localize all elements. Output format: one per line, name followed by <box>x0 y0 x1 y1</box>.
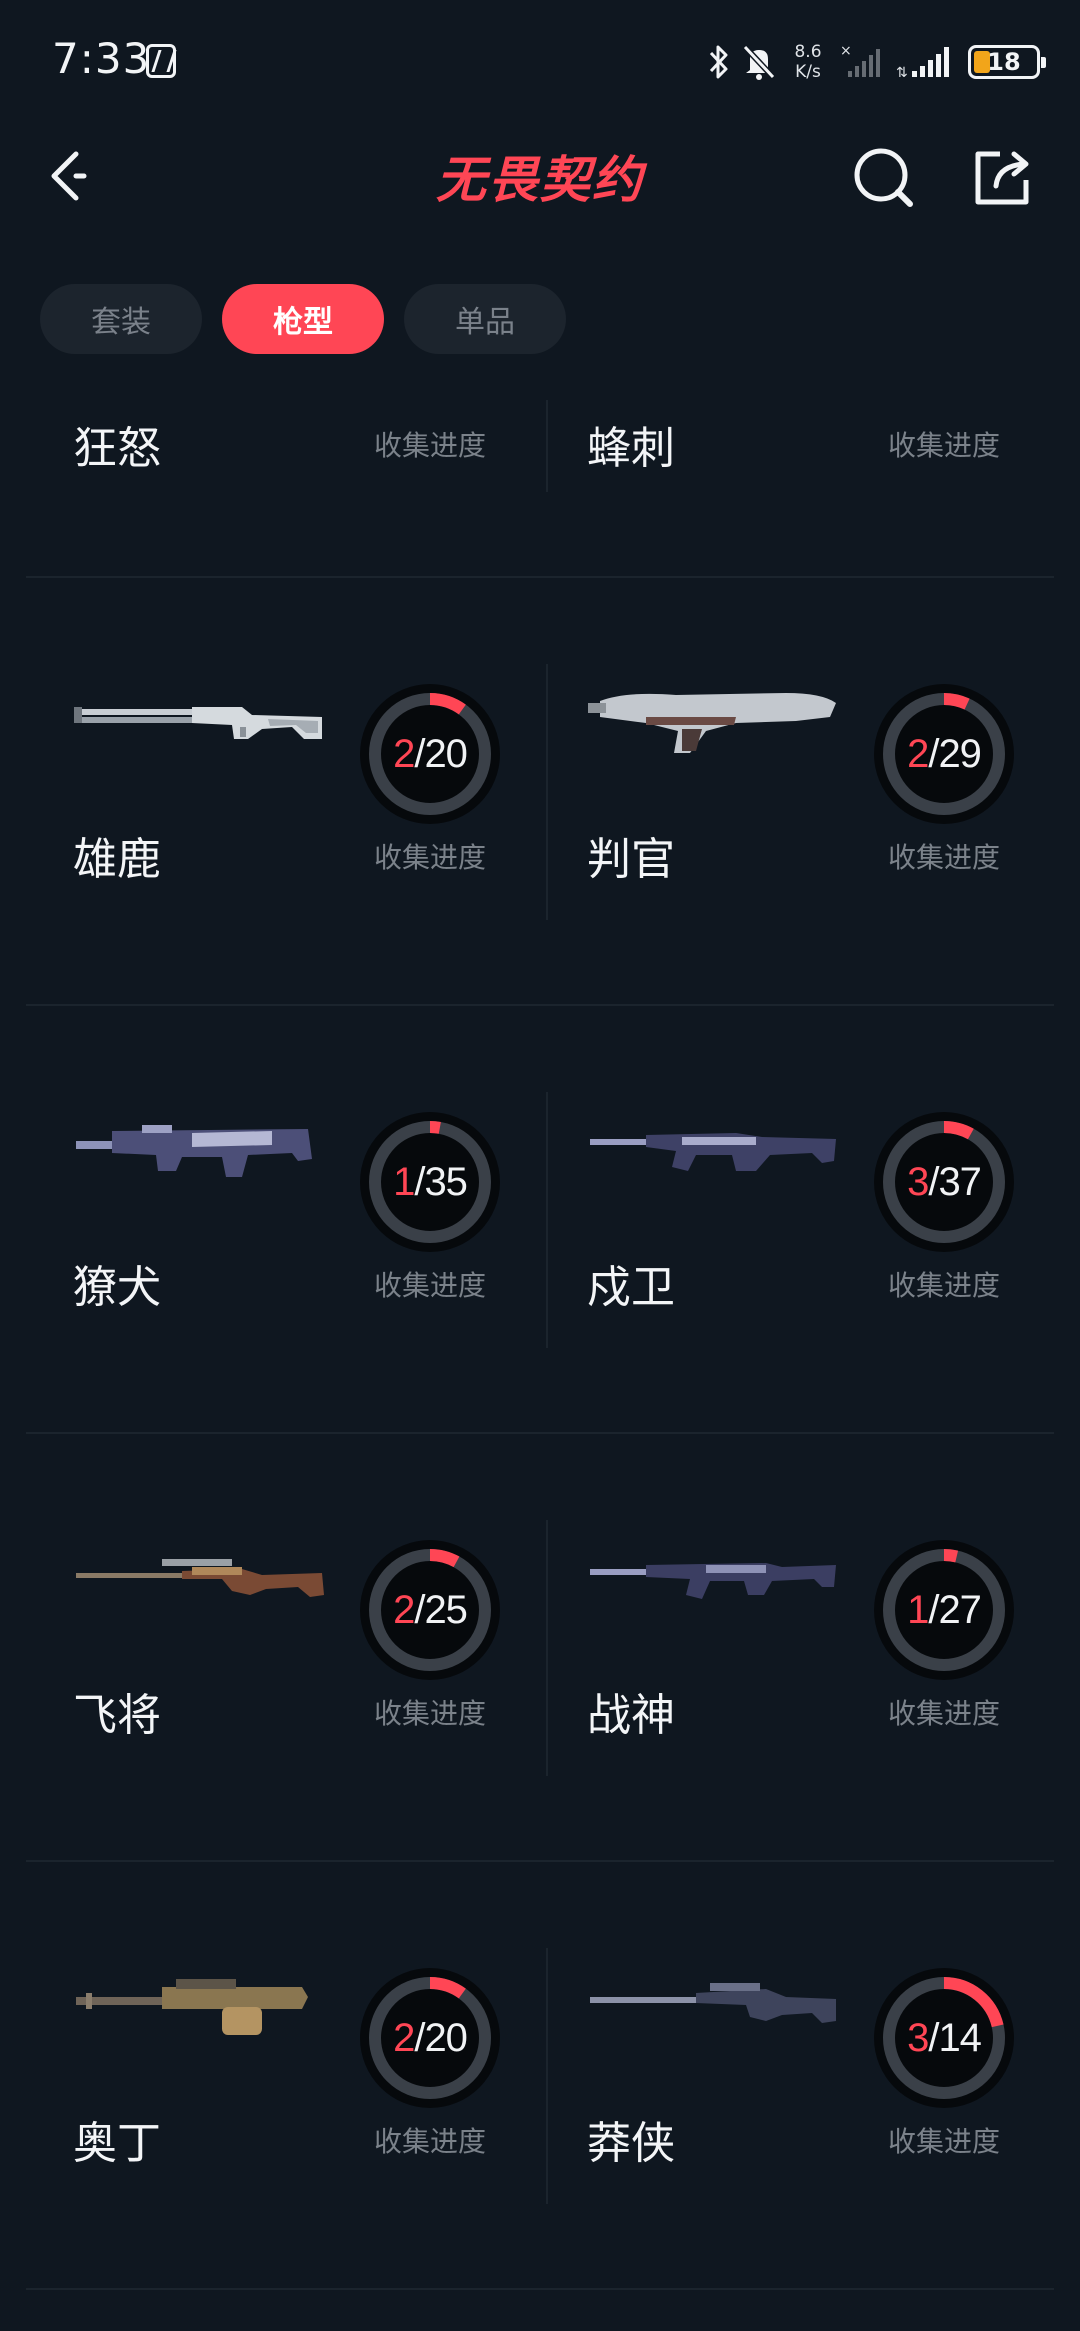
collection-progress-label: 收集进度 <box>888 429 1001 462</box>
collection-progress-label: 收集进度 <box>888 1269 1001 1302</box>
gun-name: 莽侠 <box>587 2118 675 2169</box>
network-speed-unit: K/s <box>795 62 821 82</box>
signal-sim2-icon: ⇅ <box>896 47 949 81</box>
owned-count: 2 <box>393 2015 415 2060</box>
shotgun-image <box>74 707 322 739</box>
network-speed: 8.6 K/s <box>788 42 828 82</box>
outlaw-sniper-image <box>590 1983 836 2023</box>
collection-progress-label: 收集进度 <box>374 1269 487 1302</box>
collection-count: 3/37 <box>907 1159 982 1204</box>
tab-outfit[interactable]: 套装 <box>40 284 202 354</box>
gun-name: 戍卫 <box>587 1262 675 1313</box>
collection-count: 2/25 <box>393 1587 468 1632</box>
gun-card-zhanshen[interactable]: 1/27 战神 收集进度 <box>540 1434 1054 1860</box>
collection-progress-label: 收集进度 <box>374 2125 487 2158</box>
gun-name: 狂怒 <box>73 423 161 474</box>
tab-gun-type[interactable]: 枪型 <box>222 284 384 354</box>
vandal-rifle-image <box>590 1563 836 1599</box>
total-count: 20 <box>424 731 467 776</box>
guardian-rifle-image <box>590 1133 836 1171</box>
total-count: 37 <box>938 1159 981 1204</box>
gun-card-kuangnu[interactable]: 狂怒 收集进度 <box>26 380 540 576</box>
gun-name: 蜂刺 <box>587 423 675 474</box>
battery-indicator: 18 <box>968 45 1046 79</box>
total-count: 27 <box>938 1587 981 1632</box>
owned-count: 1 <box>393 1159 415 1204</box>
svg-text:⇅: ⇅ <box>896 65 908 81</box>
battery-percent: 18 <box>987 48 1021 76</box>
collection-progress-label: 收集进度 <box>888 2125 1001 2158</box>
judge-shotgun-image <box>588 693 836 753</box>
collection-progress-label: 收集进度 <box>374 841 487 874</box>
owned-count: 2 <box>393 731 415 776</box>
collection-count: 2/29 <box>907 731 982 776</box>
status-time: 7:33 <box>52 34 151 83</box>
grid-row: 1/35 獠犬 收集进度 3/37 戍卫 收集进度 <box>26 1006 1054 1434</box>
share-icon[interactable] <box>968 142 1038 212</box>
tab-single-item[interactable]: 单品 <box>404 284 566 354</box>
search-icon[interactable] <box>850 142 920 212</box>
grid-row: 2/25 飞将 收集进度 1/27 战神 收集进度 <box>26 1434 1054 1862</box>
collection-count: 2/20 <box>393 2015 468 2060</box>
gun-card-liaoquan[interactable]: 1/35 獠犬 收集进度 <box>26 1006 540 1432</box>
collection-count: 1/27 <box>907 1587 982 1632</box>
gun-card-panguan[interactable]: 2/29 判官 收集进度 <box>540 578 1054 1004</box>
status-bar: 7:33 8.6 K/s × ⇅ 18 <box>0 0 1080 120</box>
grid-row: 狂怒 收集进度 蜂刺 收集进度 <box>26 380 1054 578</box>
network-speed-value: 8.6 <box>794 42 822 62</box>
bluetooth-icon <box>709 45 728 79</box>
gun-type-grid: 狂怒 收集进度 蜂刺 收集进度 2/20 雄鹿 收集进度 2 / 29 判官 收… <box>26 380 1054 2290</box>
total-count: 35 <box>424 1159 467 1204</box>
gun-name: 奥丁 <box>73 2118 161 2169</box>
nfc-icon <box>146 44 176 78</box>
owned-count: 3 <box>907 2015 929 2060</box>
marshal-sniper-image <box>76 1559 324 1597</box>
gun-name: 判官 <box>587 834 675 885</box>
owned-count: 1 <box>907 1587 929 1632</box>
collection-progress-label: 收集进度 <box>888 1697 1001 1730</box>
grid-row: 2/20 雄鹿 收集进度 2/29 判官 收集进度 <box>26 578 1054 1006</box>
gun-card-shuwei[interactable]: 3/37 戍卫 收集进度 <box>540 1006 1054 1432</box>
category-tabs: 套装 枪型 单品 <box>40 284 566 354</box>
bulldog-rifle-image <box>76 1125 312 1177</box>
total-count: 20 <box>424 2015 467 2060</box>
gun-card-feijiang[interactable]: 2/25 飞将 收集进度 <box>26 1434 540 1860</box>
gun-name: 飞将 <box>73 1690 161 1741</box>
gun-name: 雄鹿 <box>73 834 161 885</box>
total-count: 14 <box>938 2015 981 2060</box>
owned-count: 2 <box>907 731 929 776</box>
mute-bell-icon <box>742 44 776 80</box>
collection-count: 1/35 <box>393 1159 468 1204</box>
status-icons: 8.6 K/s × ⇅ 18 <box>708 38 1046 86</box>
gun-name: 战神 <box>587 1690 675 1741</box>
total-count: 25 <box>424 1587 467 1632</box>
app-header: 无畏契约 <box>0 120 1080 230</box>
collection-count: 2/20 <box>393 731 468 776</box>
total-count: 29 <box>938 731 981 776</box>
collection-count: 3/14 <box>907 2015 982 2060</box>
gun-card-mangxia[interactable]: 3/14 莽侠 收集进度 <box>540 1862 1054 2288</box>
owned-count: 2 <box>393 1587 415 1632</box>
gun-card-fengci[interactable]: 蜂刺 收集进度 <box>540 380 1054 576</box>
gun-card-xionglu[interactable]: 2/20 雄鹿 收集进度 <box>26 578 540 1004</box>
collection-progress-label: 收集进度 <box>374 429 487 462</box>
grid-row: 2/20 奥丁 收集进度 3/14 莽侠 收集进度 <box>26 1862 1054 2290</box>
svg-text:×: × <box>840 43 852 59</box>
collection-progress-label: 收集进度 <box>888 841 1001 874</box>
collection-progress-label: 收集进度 <box>374 1697 487 1730</box>
gun-name: 獠犬 <box>73 1262 161 1313</box>
odin-machinegun-image <box>76 1979 308 2035</box>
owned-count: 3 <box>907 1159 929 1204</box>
gun-card-aoding[interactable]: 2/20 奥丁 收集进度 <box>26 1862 540 2288</box>
signal-sim1-icon: × <box>840 43 880 77</box>
